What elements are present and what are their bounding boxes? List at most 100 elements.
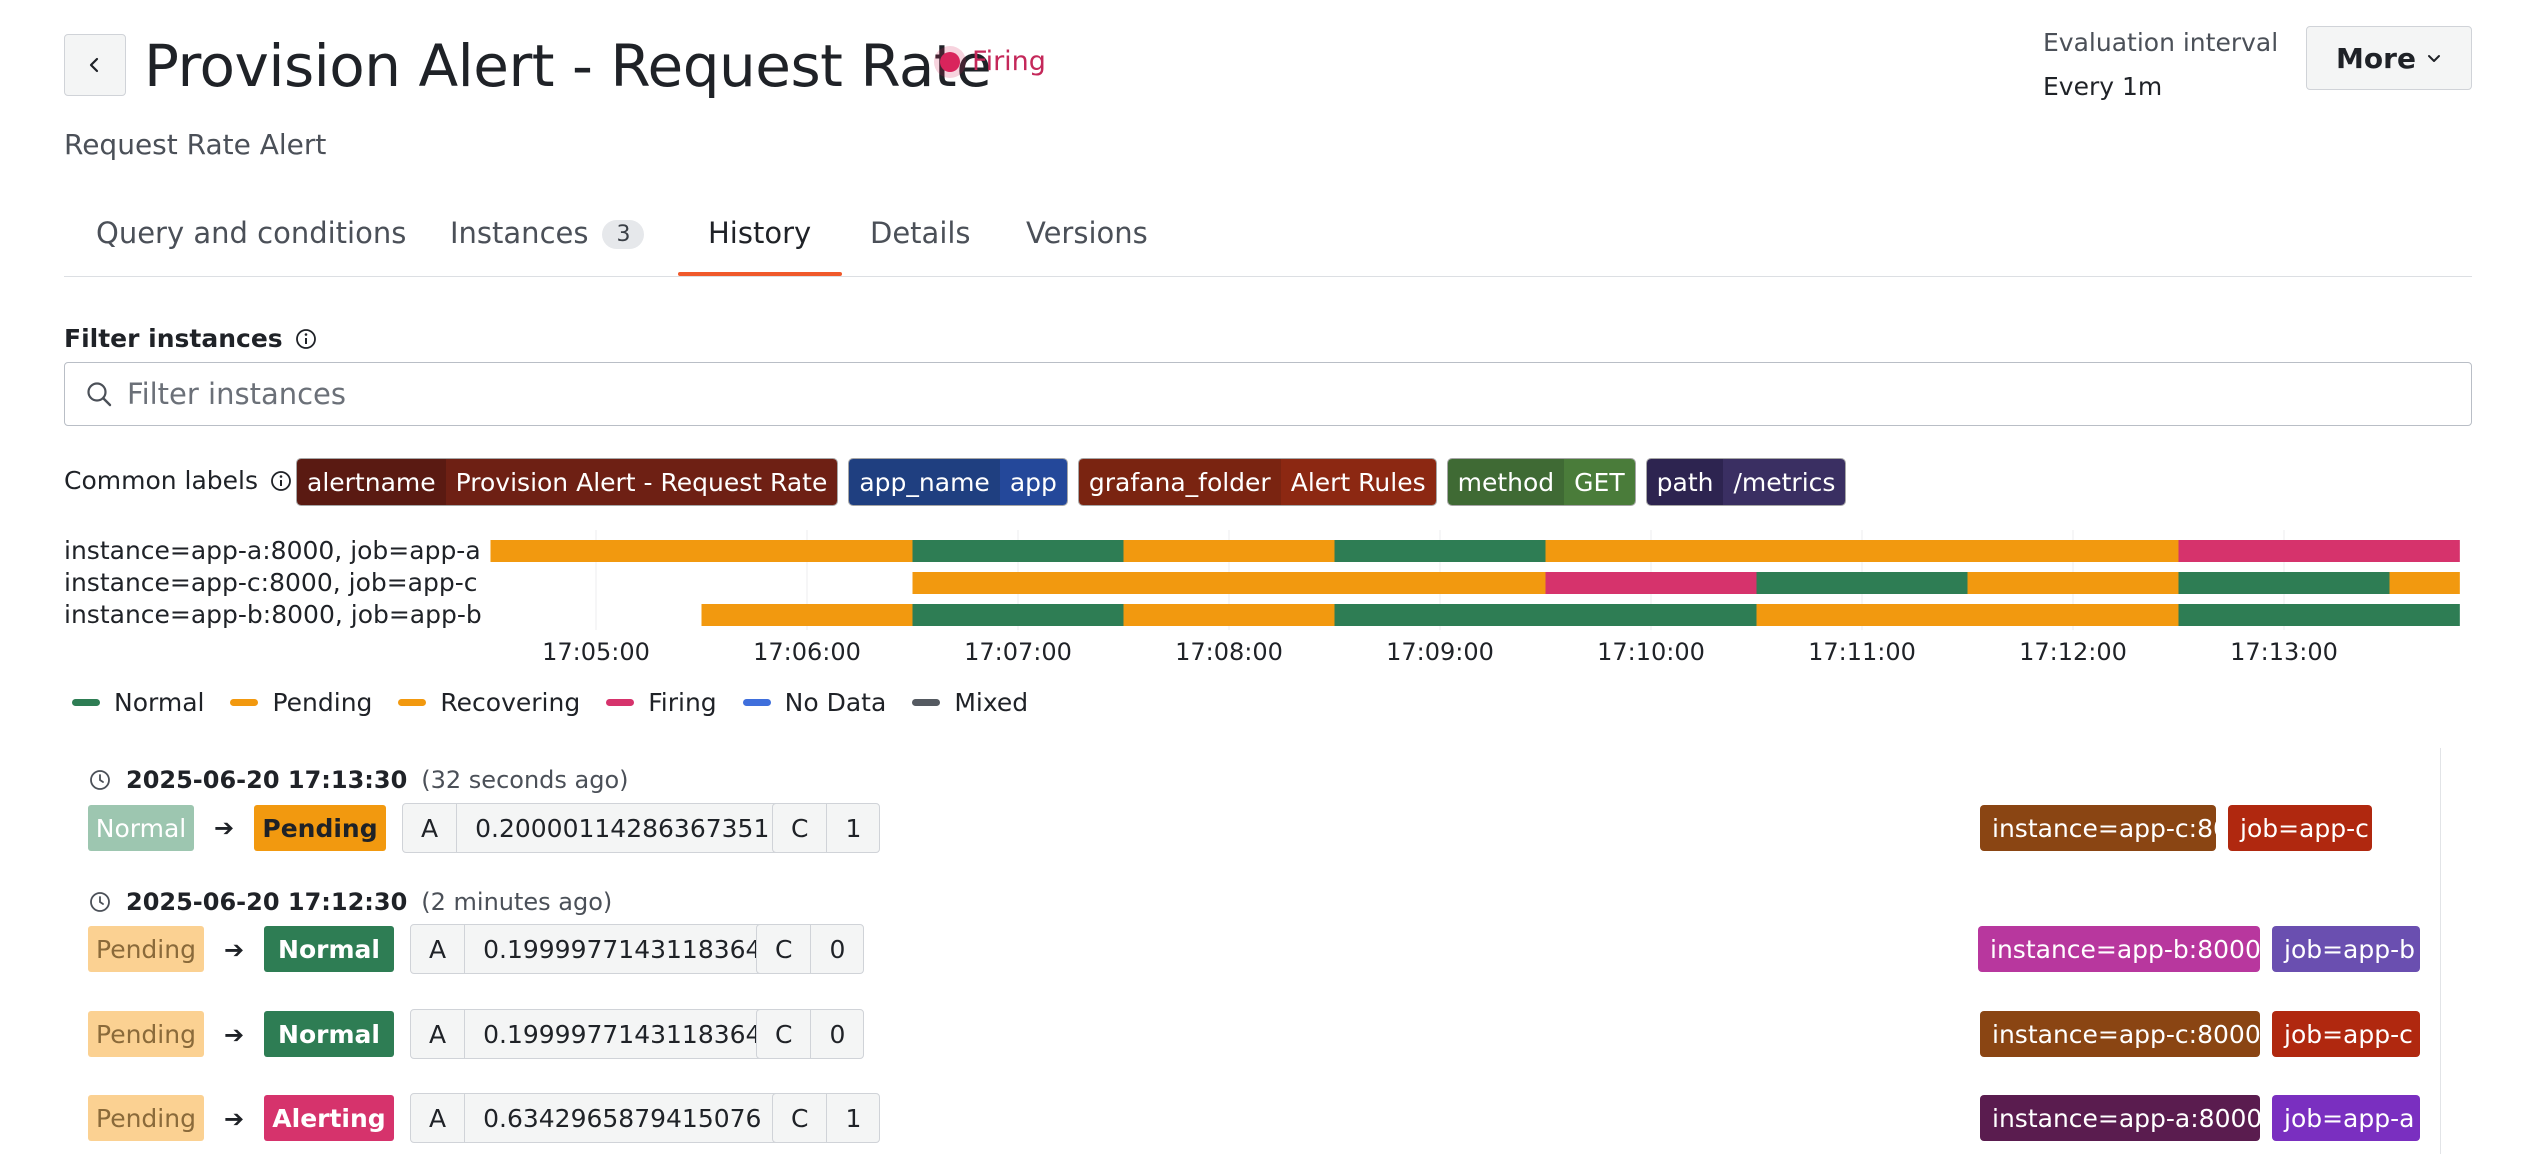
arrow-right-icon: ➔ — [224, 1105, 245, 1133]
filter-instances-label: Filter instances — [64, 324, 317, 353]
timeline-segment-normal[interactable] — [2178, 604, 2460, 626]
tab-label: Details — [870, 216, 971, 250]
value-key: A — [411, 1010, 466, 1058]
page-title: Provision Alert - Request Rate — [144, 32, 992, 100]
label-key: alertname — [297, 459, 446, 505]
previous-state-chip: Normal — [88, 805, 194, 851]
timeline-segment-firing[interactable] — [1545, 572, 1757, 594]
tab-versions[interactable]: Versions — [1026, 210, 1148, 274]
timeline-segment-normal[interactable] — [912, 604, 1124, 626]
label-chip-method: method GET — [1446, 458, 1636, 506]
value-a-box: A 0.20000114286367351 — [402, 803, 789, 853]
legend-item-mixed[interactable]: Mixed — [912, 688, 1028, 717]
back-button[interactable] — [64, 34, 126, 96]
timeline-tick: 17:13:00 — [2230, 638, 2338, 666]
previous-state-chip: Pending — [88, 926, 204, 972]
label-chip-grafana-folder: grafana_folder Alert Rules — [1077, 458, 1437, 506]
legend-label: Normal — [114, 688, 205, 717]
tab-bar: Query and conditions Instances 3 History… — [64, 210, 2472, 277]
previous-state-chip: Pending — [88, 1095, 204, 1141]
timeline-segment-pending[interactable] — [1123, 604, 1335, 626]
evaluation-interval-value: Every 1m — [2043, 72, 2163, 101]
label-key: path — [1646, 459, 1724, 505]
job-tag: job=app-b — [2272, 926, 2420, 972]
tab-query-and-conditions[interactable]: Query and conditions — [96, 210, 406, 274]
timeline-segment-pending[interactable] — [1545, 540, 2179, 562]
timeline-segment-pending[interactable] — [701, 604, 913, 626]
instance-tag: instance=app-c:8000 — [1980, 805, 2261, 851]
value-number: 1 — [845, 1103, 862, 1133]
legend-item-no-data[interactable]: No Data — [742, 688, 887, 717]
legend-label: Firing — [648, 688, 717, 717]
timeline-segment-pending[interactable] — [1756, 604, 2179, 626]
timeline-segment-normal[interactable] — [1334, 540, 1546, 562]
job-tag: job=app-c — [2228, 805, 2372, 851]
job-tag: job=app-c — [2272, 1011, 2420, 1057]
legend-swatch — [72, 699, 100, 706]
legend-label: No Data — [784, 688, 887, 717]
arrow-right-icon: ➔ — [224, 1021, 245, 1049]
arrow-right-icon: ➔ — [214, 814, 235, 842]
timeline-segment-firing[interactable] — [2178, 540, 2460, 562]
timeline-tick: 17:08:00 — [1175, 638, 1283, 666]
timeline-segment-normal[interactable] — [1334, 604, 1757, 626]
legend-item-firing[interactable]: Firing — [606, 688, 717, 717]
event-group-header: 2025-06-20 17:13:30 (32 seconds ago) — [88, 766, 629, 794]
timeline-segment-normal[interactable] — [2178, 572, 2390, 594]
current-state-chip: Pending — [254, 805, 386, 851]
value-number: 0.20000114286367351 — [475, 813, 770, 843]
timeline-segment-pending[interactable] — [490, 540, 913, 562]
value-key: C — [773, 1094, 828, 1142]
tab-details[interactable]: Details — [870, 210, 971, 274]
chevron-down-icon — [2427, 55, 2440, 62]
timeline-segment-pending[interactable] — [1967, 572, 2179, 594]
timeline-segment-normal[interactable] — [912, 540, 1124, 562]
timeline-segment-pending[interactable] — [1123, 540, 1335, 562]
evaluation-interval-label: Evaluation interval — [2043, 28, 2279, 57]
current-state-chip: Alerting — [264, 1095, 394, 1141]
timeline-tick: 17:11:00 — [1808, 638, 1916, 666]
info-icon[interactable] — [295, 328, 317, 350]
label-chip-path: path /metrics — [1645, 458, 1847, 506]
timeline-bars — [490, 530, 2460, 630]
tab-label: Query and conditions — [96, 216, 407, 250]
filter-instances-input[interactable] — [125, 376, 2429, 412]
value-number: 0.1999977143118364 — [483, 934, 762, 964]
value-key: A — [411, 925, 466, 973]
history-scrollbar[interactable] — [2440, 748, 2471, 1154]
info-icon[interactable] — [270, 470, 292, 492]
value-c-box: C 0 — [756, 1009, 865, 1059]
instance-tag: instance=app-a:8000 — [1980, 1095, 2262, 1141]
legend-swatch — [742, 699, 771, 706]
value-key: A — [403, 804, 458, 852]
label-value: GET — [1564, 459, 1635, 505]
more-button-label: More — [2336, 41, 2416, 75]
value-key: C — [757, 925, 812, 973]
label-chip-app-name: app_name app — [848, 458, 1068, 506]
legend-item-normal[interactable]: Normal — [72, 688, 204, 717]
job-tag: job=app-a — [2272, 1095, 2420, 1141]
legend-label: Mixed — [954, 688, 1029, 717]
filter-instances-field[interactable] — [64, 362, 2472, 426]
timeline-segment-pending[interactable] — [912, 572, 1546, 594]
common-labels-label: Common labels — [64, 466, 292, 495]
label-value: app — [999, 459, 1067, 505]
arrow-right-icon: ➔ — [224, 936, 245, 964]
value-number: 0.6342965879415076 — [483, 1103, 762, 1133]
current-state-chip: Normal — [264, 926, 394, 972]
more-button[interactable]: More — [2306, 26, 2472, 90]
timeline-segment-normal[interactable] — [1756, 572, 1968, 594]
value-c-box: C 0 — [756, 924, 865, 974]
legend-item-pending[interactable]: Pending — [230, 688, 372, 717]
legend-item-recovering[interactable]: Recovering — [398, 688, 580, 717]
value-key: C — [773, 804, 828, 852]
tab-history[interactable]: History — [708, 210, 811, 274]
timeline-segment-pending[interactable] — [2389, 572, 2460, 594]
value-number: 0 — [829, 1019, 846, 1049]
value-number: 1 — [845, 813, 862, 843]
timeline-legend: Normal Pending Recovering Firing No Data… — [72, 688, 1028, 717]
tab-instances[interactable]: Instances 3 — [450, 210, 645, 274]
legend-swatch — [398, 699, 427, 706]
instances-count-badge: 3 — [602, 220, 645, 249]
common-labels-title: Common labels — [64, 466, 259, 495]
